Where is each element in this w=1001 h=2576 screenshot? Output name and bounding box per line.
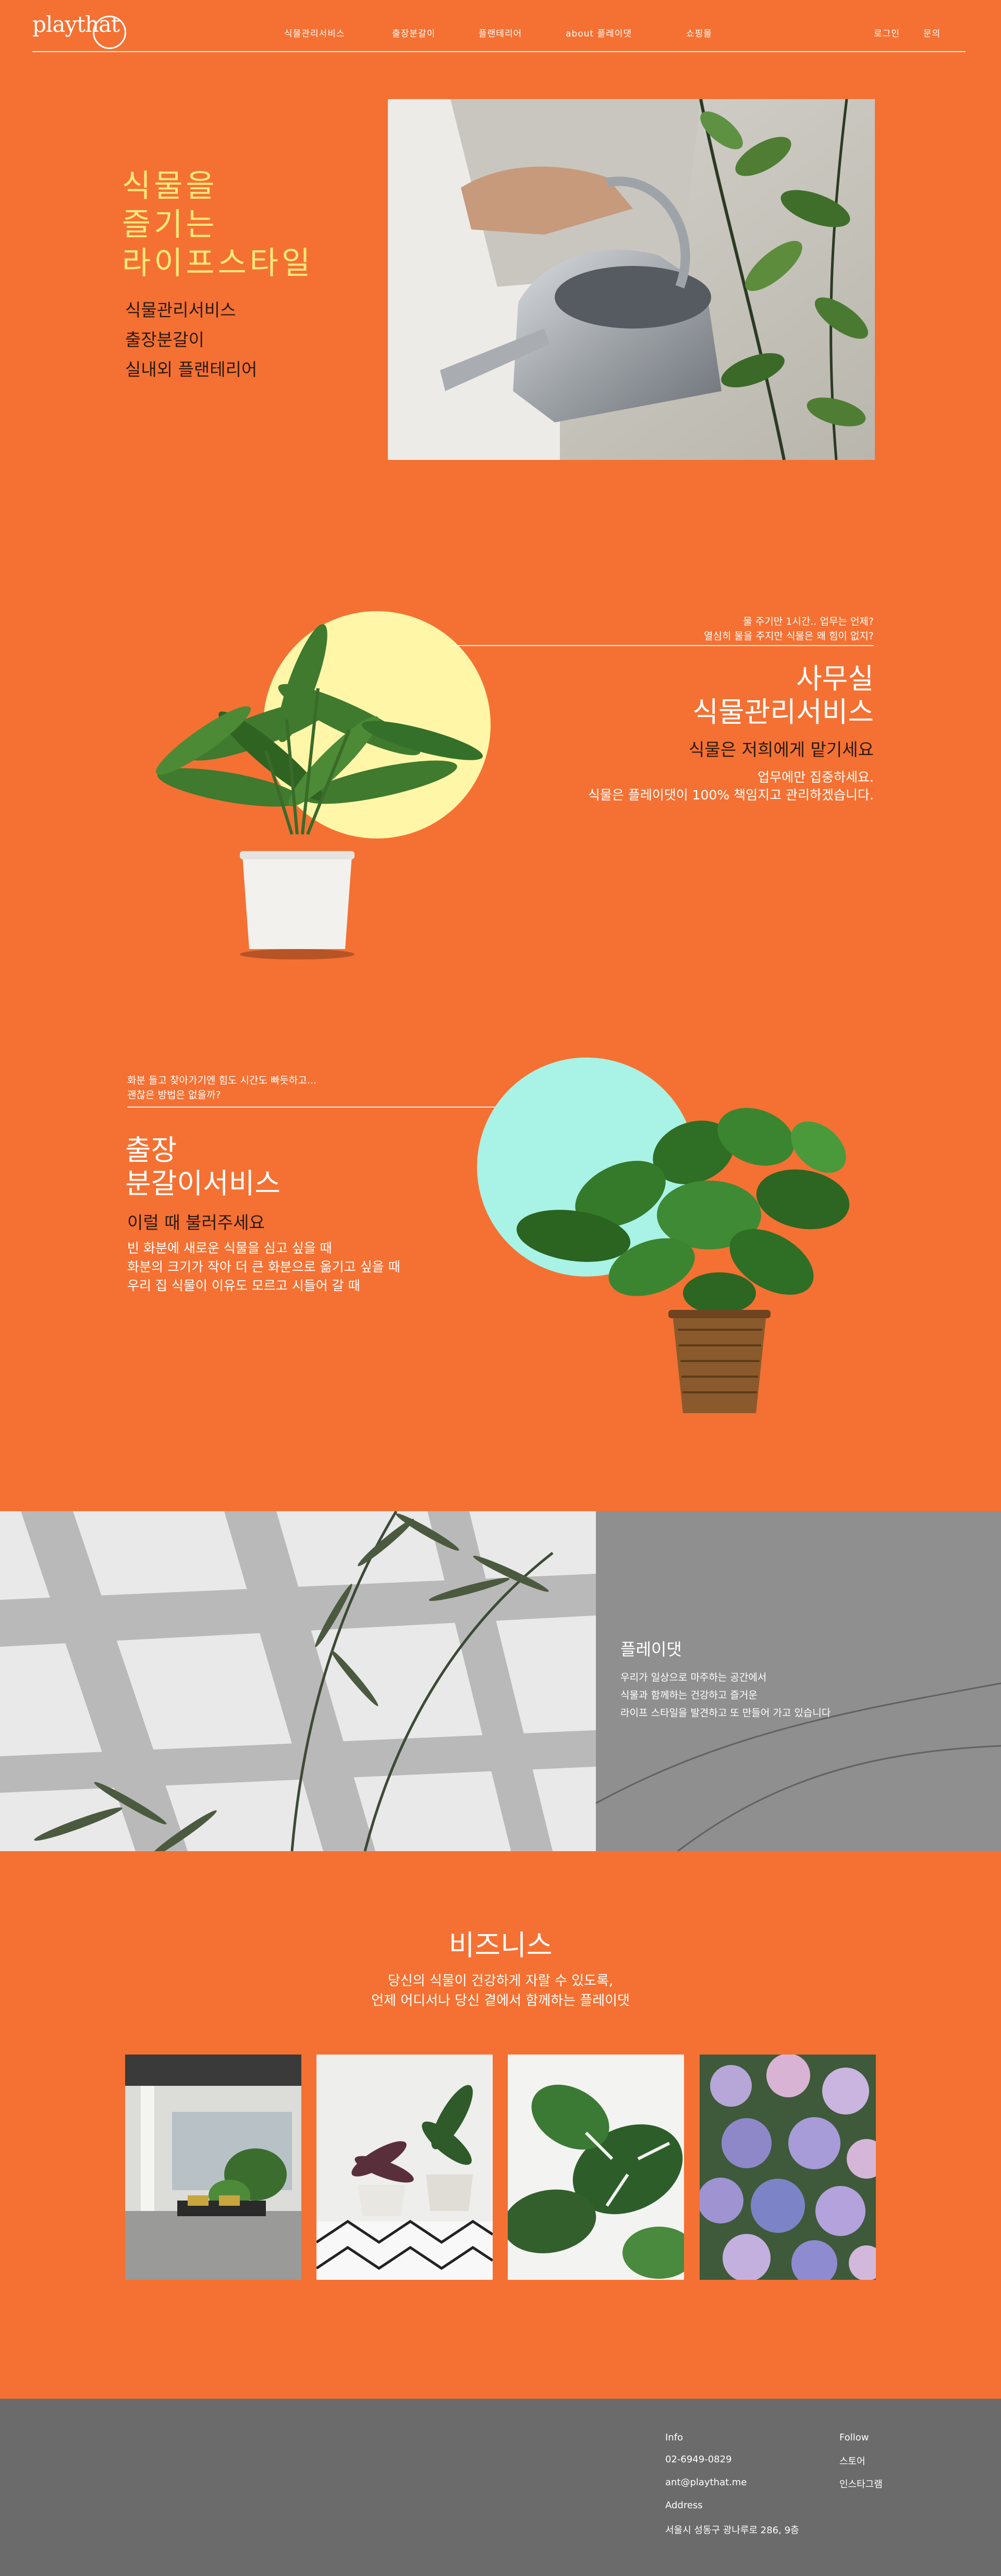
footer-email[interactable]: ant@playthat.me — [665, 2477, 747, 2488]
footer-follow-label: Follow — [839, 2432, 869, 2443]
contact-link[interactable]: 문의 — [923, 26, 941, 39]
pothos-plant — [511, 1069, 876, 1424]
footer-address-label: Address — [665, 2500, 703, 2511]
repot-title: 출장 분갈이서비스 — [125, 1134, 281, 1200]
hero-watering-photo — [388, 99, 875, 460]
footer-address: 서울시 성동구 광나루로 286, 9층 — [665, 2525, 799, 2536]
office-question: 물 주기만 1시간.. 업무는 언제? 열심히 물을 주지만 식물은 왜 힘이 … — [703, 616, 874, 642]
about-title: 플레이댓 — [620, 1639, 682, 1659]
office-title: 사무실 식물관리서비스 — [692, 662, 874, 728]
footer-phone[interactable]: 02-6949-0829 — [665, 2454, 732, 2465]
nav-plant-care[interactable]: 식물관리서비스 — [284, 26, 345, 39]
repot-divider — [127, 1107, 544, 1108]
office-description: 업무에만 집중하세요. 식물은 플레이댓이 100% 책임지고 관리하겠습니다. — [588, 770, 874, 803]
footer-instagram-link[interactable]: 인스타그램 — [839, 2477, 883, 2490]
repot-question: 화분 들고 찾아가기엔 힘도 시간도 빠듯하고... 괜찮은 방법은 없을까? — [127, 1075, 316, 1101]
about-banner-photo — [0, 1511, 1001, 1851]
business-photo-monstera[interactable] — [508, 2055, 684, 2280]
business-photo-office[interactable] — [125, 2055, 301, 2280]
footer-info-label: Info — [665, 2432, 683, 2443]
nav-planterior[interactable]: 플랜테리어 — [479, 26, 522, 39]
nav-about[interactable]: about 플레이댓 — [566, 26, 632, 39]
business-title: 비즈니스 — [448, 1929, 553, 1962]
business-description: 당신의 식물이 건강하게 자랄 수 있도록, 언제 어디서나 당신 곁에서 함께… — [371, 1973, 630, 2009]
business-photo-hydrangea[interactable] — [700, 2055, 876, 2280]
office-tagline: 식물은 저희에게 맡기세요 — [689, 739, 874, 760]
repot-tagline: 이럴 때 불러주세요 — [127, 1212, 265, 1233]
footer-store-link[interactable]: 스토어 — [839, 2454, 865, 2468]
business-photo-pots[interactable] — [316, 2055, 493, 2280]
office-divider — [448, 645, 874, 646]
logo-ring — [93, 16, 126, 49]
about-description: 우리가 일상으로 마주하는 공간에서 식물과 함께하는 건강하고 즐거운 라이프… — [620, 1672, 831, 1719]
hero-services: 식물관리서비스 출장분갈이 실내외 플랜테리어 — [125, 300, 258, 380]
login-link[interactable]: 로그인 — [874, 26, 900, 39]
peace-lily-plant — [130, 615, 506, 959]
header-divider — [32, 51, 966, 52]
repot-description: 빈 화분에 새로운 식물을 심고 싶을 때 화분의 크기가 작아 더 큰 화분으… — [127, 1241, 400, 1293]
nav-shop[interactable]: 쇼핑몰 — [686, 26, 712, 39]
hero-title: 식물을 즐기는 라이프스타일 — [122, 168, 314, 282]
nav-repotting[interactable]: 출장분갈이 — [392, 26, 435, 39]
